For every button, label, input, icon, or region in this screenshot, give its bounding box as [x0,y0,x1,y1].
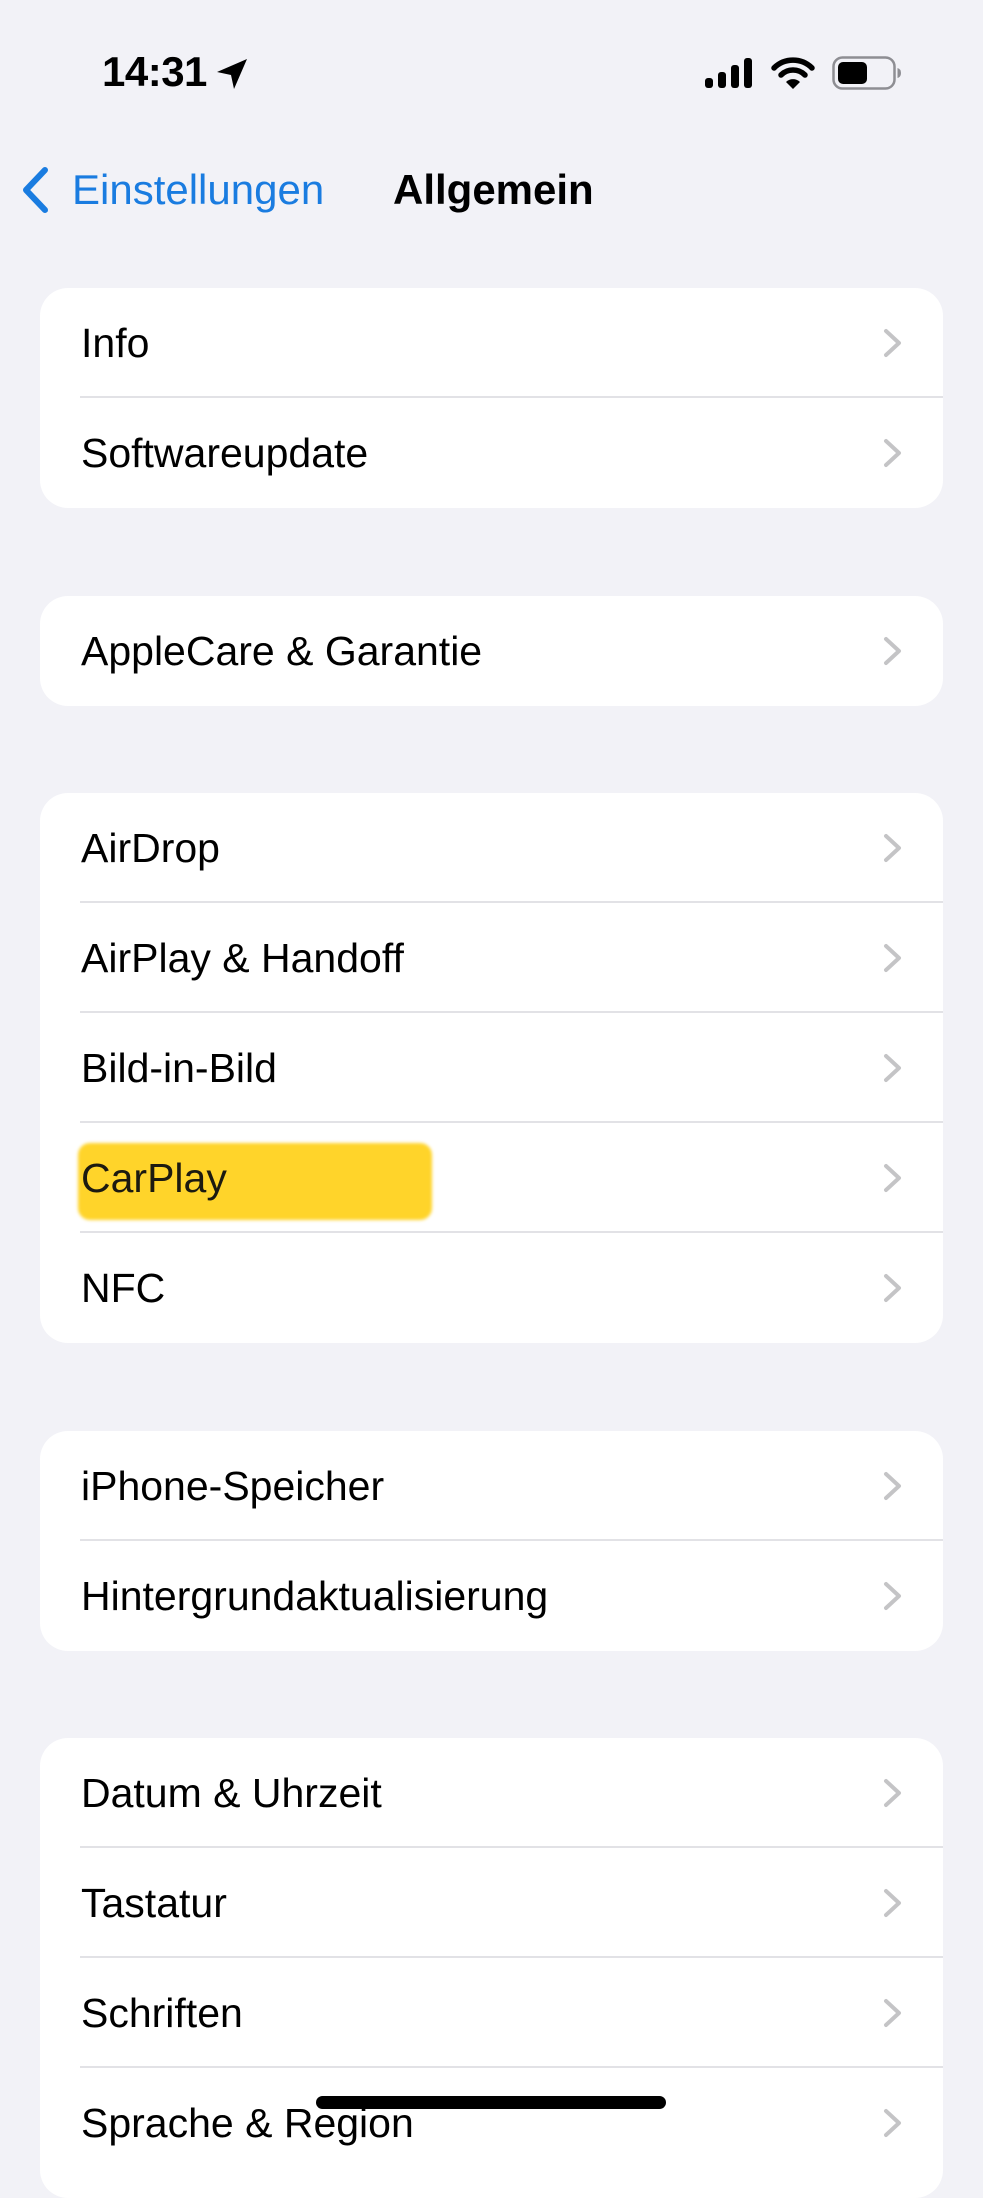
chevron-right-icon [884,1472,901,1500]
list-item-info[interactable]: Info [40,288,943,398]
list-item-label: CarPlay [81,1155,227,1201]
settings-group-2: AppleCare & Garantie [40,596,943,706]
list-item-applecare[interactable]: AppleCare & Garantie [40,596,943,706]
chevron-left-icon [23,167,48,213]
chevron-right-icon [884,1582,901,1610]
list-item-datum-uhrzeit[interactable]: Datum & Uhrzeit [40,1738,943,1848]
settings-group-3: AirDrop AirPlay & Handoff Bild-in-Bild C… [40,793,943,1343]
list-item-label: Softwareupdate [81,430,369,476]
list-item-bild-in-bild[interactable]: Bild-in-Bild [40,1013,943,1123]
chevron-right-icon [884,637,901,665]
list-item-softwareupdate[interactable]: Softwareupdate [40,398,943,508]
list-item-label: Datum & Uhrzeit [81,1770,382,1816]
chevron-right-icon [884,1999,901,2027]
list-item-label: AirPlay & Handoff [81,935,404,981]
list-item-label: Schriften [81,1990,243,2036]
wifi-icon [771,57,815,89]
chevron-right-icon [884,2109,901,2137]
chevron-right-icon [884,1164,901,1192]
list-item-airplay-handoff[interactable]: AirPlay & Handoff [40,903,943,1013]
chevron-right-icon [884,1889,901,1917]
chevron-right-icon [884,439,901,467]
list-item-label: Sprache & Region [81,2100,414,2146]
list-item-label: Tastatur [81,1880,227,1926]
list-item-label: AppleCare & Garantie [81,628,483,674]
list-item-hintergrundaktualisierung[interactable]: Hintergrundaktualisierung [40,1541,943,1651]
page-title: Allgemein [393,166,594,213]
settings-group-4: iPhone-Speicher Hintergrundaktualisierun… [40,1431,943,1651]
list-item-label: Bild-in-Bild [81,1045,277,1091]
chevron-right-icon [884,1274,901,1302]
list-item-label: AirDrop [81,825,220,871]
list-item-label: Info [81,320,150,366]
list-item-carplay[interactable]: CarPlay [40,1123,943,1233]
list-item-schriften[interactable]: Schriften [40,1958,943,2068]
list-item-nfc[interactable]: NFC [40,1233,943,1343]
settings-group-5: Datum & Uhrzeit Tastatur Schriften Sprac… [40,1738,943,2198]
back-button-label: Einstellungen [72,166,325,213]
chevron-right-icon [884,944,901,972]
list-item-sprache-region[interactable]: Sprache & Region [40,2068,943,2178]
list-item-airdrop[interactable]: AirDrop [40,793,943,903]
cellular-signal-icon [705,58,752,88]
list-item-tastatur[interactable]: Tastatur [40,1848,943,1958]
back-button[interactable]: Einstellungen [20,160,324,220]
chevron-right-icon [884,1054,901,1082]
chevron-right-icon [884,329,901,357]
battery-icon [832,56,901,90]
status-time: 14:31 [102,48,207,95]
list-item-label: NFC [81,1265,166,1311]
list-item-label: Hintergrundaktualisierung [81,1573,549,1619]
home-indicator[interactable] [316,2096,666,2109]
list-item-iphone-speicher[interactable]: iPhone-Speicher [40,1431,943,1541]
list-item-label: iPhone-Speicher [81,1463,385,1509]
chevron-right-icon [884,834,901,862]
chevron-right-icon [884,1779,901,1807]
settings-group-1: Info Softwareupdate [40,288,943,508]
location-arrow-icon [217,59,247,89]
